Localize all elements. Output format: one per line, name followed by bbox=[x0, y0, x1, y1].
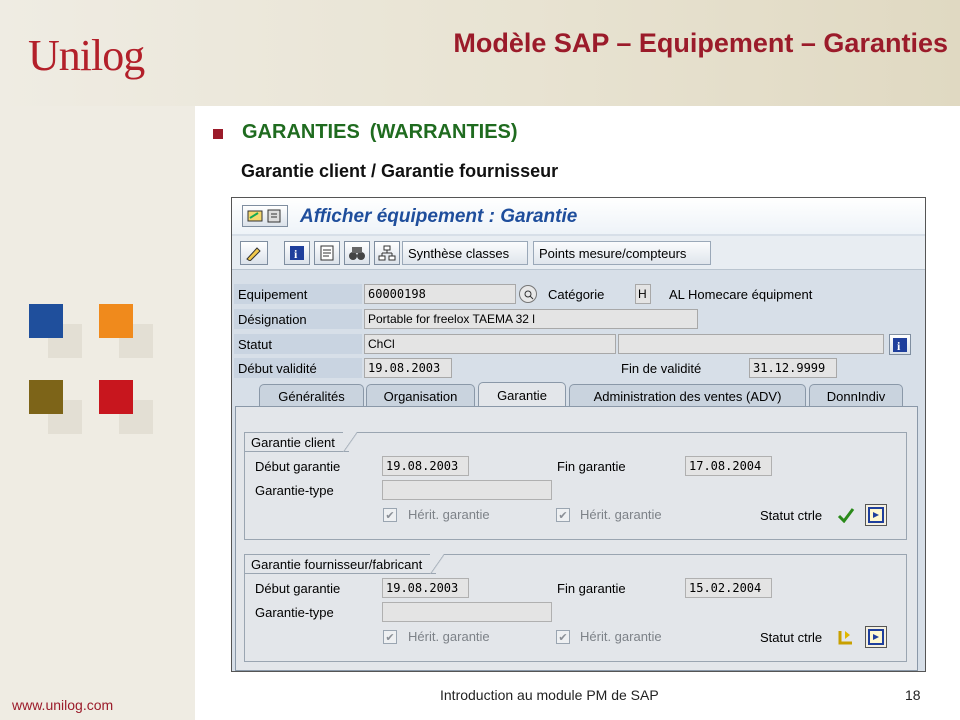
subheading: Garantie client / Garantie fournisseur bbox=[241, 161, 559, 181]
pencil-glasses-icon bbox=[246, 247, 261, 261]
info-button[interactable]: i bbox=[284, 241, 310, 265]
herit-garantie-checkbox[interactable]: ✔ bbox=[383, 630, 397, 644]
debut-garantie-field[interactable]: 19.08.2003 bbox=[382, 456, 469, 476]
categorie-text: AL Homecare équipment bbox=[669, 287, 813, 302]
fin-validite-label: Fin de validité bbox=[621, 361, 702, 376]
olive-square bbox=[29, 380, 63, 414]
tab-adv[interactable]: Administration des ventes (ADV) bbox=[569, 384, 806, 408]
categorie-field[interactable]: H bbox=[635, 284, 651, 304]
info-icon: i bbox=[893, 337, 907, 353]
fin-garantie-label: Fin garantie bbox=[557, 459, 626, 474]
tab-organisation[interactable]: Organisation bbox=[366, 384, 475, 408]
edit-toggle-button[interactable] bbox=[240, 241, 268, 265]
herit-garantie-label: Hérit. garantie bbox=[580, 629, 662, 644]
menu-icon bbox=[247, 209, 281, 223]
statut-detail-button[interactable] bbox=[865, 504, 887, 526]
statut-label: Statut bbox=[234, 334, 362, 354]
herit-garantie-checkbox[interactable]: ✔ bbox=[556, 508, 570, 522]
categorie-label: Catégorie bbox=[548, 287, 605, 302]
herit-garantie-label: Hérit. garantie bbox=[408, 629, 490, 644]
lookup-icon bbox=[524, 290, 534, 300]
debut-validite-label: Début validité bbox=[234, 358, 362, 378]
fin-validite-field[interactable]: 31.12.9999 bbox=[749, 358, 837, 378]
sap-window: Afficher équipement : Garantie i Synthès… bbox=[231, 197, 926, 672]
hierarchy-icon bbox=[378, 245, 396, 261]
orange-square bbox=[99, 304, 133, 338]
equipement-field[interactable]: 60000198 bbox=[364, 284, 516, 304]
tab-generalites[interactable]: Généralités bbox=[259, 384, 364, 408]
document-icon bbox=[320, 245, 334, 261]
system-menu-button[interactable] bbox=[242, 205, 288, 227]
garantie-fournisseur-group: Garantie fournisseur/fabricant Début gar… bbox=[244, 554, 907, 662]
statut-detail-button[interactable] bbox=[865, 626, 887, 648]
hierarchy-button[interactable] bbox=[374, 241, 400, 265]
bullet bbox=[213, 129, 223, 139]
herit-garantie-checkbox[interactable]: ✔ bbox=[383, 508, 397, 522]
tab-garantie[interactable]: Garantie bbox=[478, 382, 566, 408]
info-icon: i bbox=[290, 246, 304, 261]
red-square bbox=[99, 380, 133, 414]
statut-info-button[interactable]: i bbox=[889, 334, 911, 355]
garantie-type-label: Garantie-type bbox=[255, 483, 334, 498]
application-toolbar: i Synthèse classes Points mesure/compteu… bbox=[232, 236, 925, 270]
fin-garantie-field[interactable]: 17.08.2004 bbox=[685, 456, 772, 476]
footer-url[interactable]: www.unilog.com bbox=[12, 697, 113, 713]
garantie-type-label: Garantie-type bbox=[255, 605, 334, 620]
page-number: 18 bbox=[905, 687, 921, 703]
points-mesure-button[interactable]: Points mesure/compteurs bbox=[533, 241, 711, 265]
statut-ctrle-label: Statut ctrle bbox=[760, 508, 823, 523]
debut-garantie-label: Début garantie bbox=[255, 581, 341, 596]
slide-title: Modèle SAP – Equipement – Garanties bbox=[453, 28, 948, 58]
herit-garantie-label: Hérit. garantie bbox=[580, 507, 662, 522]
synthese-classes-button[interactable]: Synthèse classes bbox=[402, 241, 528, 265]
fin-garantie-label: Fin garantie bbox=[557, 581, 626, 596]
garantie-client-group: Garantie client Début garantie 19.08.200… bbox=[244, 432, 907, 540]
herit-garantie-label: Hérit. garantie bbox=[408, 507, 490, 522]
garantie-type-field[interactable] bbox=[382, 602, 552, 622]
tab-strip: Généralités Organisation Garantie Admini… bbox=[232, 382, 925, 408]
detail-icon bbox=[868, 507, 884, 523]
garantie-fournisseur-title: Garantie fournisseur/fabricant bbox=[244, 554, 445, 574]
garantie-tab-panel: Garantie client Début garantie 19.08.200… bbox=[235, 406, 918, 671]
detail-icon bbox=[868, 629, 884, 645]
garantie-type-field[interactable] bbox=[382, 480, 552, 500]
designation-field[interactable]: Portable for freelox TAEMA 32 l bbox=[364, 309, 698, 329]
designation-label: Désignation bbox=[234, 309, 362, 329]
left-band bbox=[0, 0, 195, 720]
debut-garantie-label: Début garantie bbox=[255, 459, 341, 474]
debut-garantie-field[interactable]: 19.08.2003 bbox=[382, 578, 469, 598]
heading-paren: (WARRANTIES) bbox=[369, 121, 518, 143]
unilog-logo: Unilog bbox=[28, 31, 145, 80]
fin-garantie-field[interactable]: 15.02.2004 bbox=[685, 578, 772, 598]
warning-status-icon bbox=[838, 631, 852, 645]
match-code-icon[interactable] bbox=[519, 285, 537, 303]
structure-button[interactable] bbox=[344, 241, 370, 265]
statut-field[interactable]: ChCl bbox=[364, 334, 616, 354]
herit-garantie-checkbox[interactable]: ✔ bbox=[556, 630, 570, 644]
blue-square bbox=[29, 304, 63, 338]
garantie-client-title: Garantie client bbox=[244, 432, 357, 452]
heading-main: GARANTIES bbox=[242, 121, 360, 143]
document-button[interactable] bbox=[314, 241, 340, 265]
sap-screen-title: Afficher équipement : Garantie bbox=[300, 206, 578, 227]
statut-utilisateur-field[interactable] bbox=[618, 334, 884, 354]
debut-validite-field[interactable]: 19.08.2003 bbox=[364, 358, 452, 378]
binoculars-icon bbox=[349, 247, 365, 260]
tab-donnindiv[interactable]: DonnIndiv bbox=[809, 384, 903, 408]
equipement-label: Equipement bbox=[234, 284, 362, 304]
sap-titlebar: Afficher équipement : Garantie bbox=[232, 198, 925, 234]
checkmark-icon bbox=[837, 508, 855, 523]
footer-title: Introduction au module PM de SAP bbox=[440, 687, 659, 703]
section-heading: GARANTIES (WARRANTIES) bbox=[242, 121, 518, 144]
statut-ctrle-label: Statut ctrle bbox=[760, 630, 823, 645]
